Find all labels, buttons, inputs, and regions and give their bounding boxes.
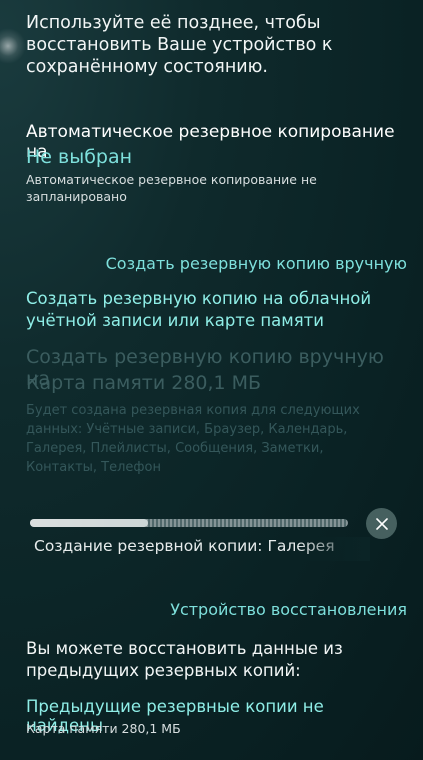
text-fade-overlay (296, 537, 370, 561)
manual-desc-line: Контакты, Телефон (26, 460, 161, 475)
cloud-backup-link-line[interactable]: Создать резервную копию на облачной (26, 288, 405, 310)
backup-progress-text: Создание резервной копии: Галерея (34, 537, 335, 555)
restore-section-header: Устройство восстановления (170, 600, 407, 619)
backup-progress-bar (30, 519, 348, 527)
intro-text: Используйте её позднее, чтобы восстанови… (26, 12, 405, 78)
auto-backup-desc-line: запланировано (26, 189, 127, 204)
auto-backup-desc-line: Автоматическое резервное копирование не (26, 172, 317, 187)
restore-desc-line: предыдущих резервных копий: (26, 661, 301, 680)
cloud-backup-link[interactable]: Создать резервную копию на облачной учёт… (26, 288, 405, 332)
restore-description: Вы можете восстановить данные из предыду… (26, 638, 405, 682)
cloud-backup-link-line[interactable]: учётной записи или карте памяти (26, 310, 405, 332)
manual-backup-section-header: Создать резервную копию вручную (105, 254, 407, 273)
auto-backup-description: Автоматическое резервное копирование не … (26, 171, 405, 205)
cancel-backup-button[interactable] (366, 508, 397, 539)
manual-backup-description: Будет создана резервная копия для следую… (26, 401, 405, 477)
intro-line: сохранённому состоянию. (26, 57, 268, 77)
restore-desc-line: Вы можете восстановить данные из (26, 639, 343, 658)
manual-desc-line: Галерея, Плейлисты, Сообщения, Заметки, (26, 441, 324, 456)
intro-line: Используйте её позднее, чтобы (26, 13, 321, 33)
manual-desc-line: Будет создана резервная копия для следую… (26, 403, 360, 418)
auto-backup-value[interactable]: Не выбран (26, 146, 405, 168)
intro-line: восстановить Ваше устройство к (26, 35, 333, 55)
backup-progress-fill (30, 519, 148, 527)
close-icon (375, 517, 388, 530)
manual-desc-line: данных: Учётные записи, Браузер, Календа… (26, 422, 348, 437)
corner-glow (0, 28, 26, 64)
restore-location: Карта памяти 280,1 МБ (26, 721, 181, 736)
manual-backup-target: Карта памяти 280,1 МБ (26, 372, 262, 394)
